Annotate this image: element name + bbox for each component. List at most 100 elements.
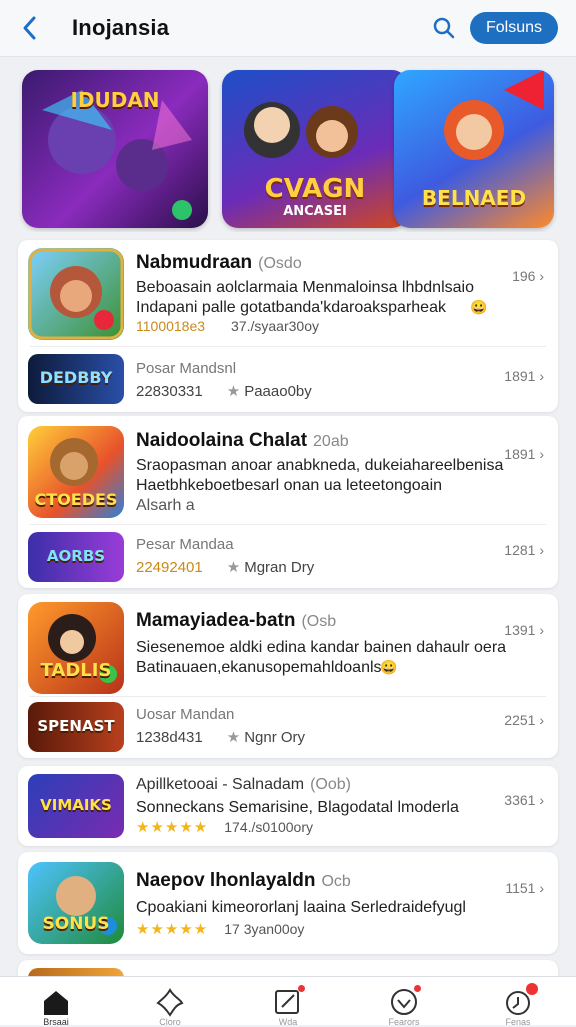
star-icon: ★ bbox=[226, 559, 241, 576]
sub-app-meta: Paaao0by bbox=[244, 383, 312, 400]
notification-badge bbox=[526, 983, 538, 995]
search-icon[interactable] bbox=[432, 16, 456, 40]
tab-label: Wda bbox=[278, 1017, 298, 1027]
tab-discover[interactable]: Cloro bbox=[152, 987, 188, 1027]
featured-carousel[interactable]: IDUDAN CVAGN ANCASEI BELNAED bbox=[0, 66, 576, 232]
app-icon[interactable]: AORBS bbox=[28, 532, 124, 582]
app-downloads: 1100018e3 bbox=[136, 318, 206, 334]
chevron-right-icon[interactable]: › bbox=[539, 268, 544, 284]
chevron-right-icon[interactable]: › bbox=[539, 792, 544, 808]
sub-app-count: 1891 bbox=[504, 368, 536, 384]
star-icon: ★ bbox=[226, 729, 241, 746]
app-icon[interactable]: SONUS bbox=[28, 862, 124, 944]
page-title: Inojansia bbox=[72, 15, 170, 40]
sub-app-count: 1281 bbox=[504, 542, 536, 558]
app-description-line: Haetbhkeboetbesarl onan ua leteetongoain bbox=[136, 477, 443, 494]
chevron-right-icon[interactable]: › bbox=[539, 542, 544, 558]
app-description-line: Siesenemoe aldki edina kandar bainen dah… bbox=[136, 639, 507, 656]
app-icon-label: AORBS bbox=[46, 547, 106, 565]
featured-title: CVAGN bbox=[264, 174, 366, 204]
app-icon[interactable]: TADLIS bbox=[28, 602, 124, 694]
app-name: Apillketooai - Salnadam bbox=[136, 776, 305, 793]
chevron-right-icon[interactable]: › bbox=[539, 446, 544, 462]
rating-stars: ★★★★★ bbox=[136, 819, 209, 836]
app-icon[interactable]: VIMAIKS bbox=[28, 774, 124, 838]
app-tag: (Osb bbox=[301, 613, 337, 630]
app-name: Nabmudraan bbox=[136, 252, 253, 273]
app-icon[interactable]: CTOEDES bbox=[28, 426, 124, 518]
tab-label: Cloro bbox=[159, 1017, 181, 1027]
smile-emoji-icon: 😀 bbox=[470, 299, 488, 315]
tab-edit[interactable]: Wda bbox=[270, 985, 306, 1027]
app-card[interactable]: VIMAIKS Apillketooai - Salnadam (Oob) Son… bbox=[18, 766, 558, 846]
top-app-bar: Inojansia Folsuns bbox=[0, 0, 576, 57]
featured-title: IDUDAN bbox=[70, 88, 160, 112]
chevron-right-icon[interactable]: › bbox=[539, 880, 544, 896]
chevron-right-icon[interactable]: › bbox=[539, 622, 544, 638]
chevron-right-icon[interactable]: › bbox=[539, 368, 544, 384]
app-card[interactable]: SONUS Naepov lhonlayaldn Ocb Cpoakiani ki… bbox=[18, 852, 558, 954]
app-description-line: Cpoakiani kimeororlanj laaina Serledraid… bbox=[136, 899, 466, 916]
app-tag: (Osdo bbox=[258, 255, 302, 272]
app-group-card[interactable]: CTOEDES Naidoolaina Chalat 20ab Sraopasma… bbox=[18, 416, 558, 588]
sub-app-name: Uosar Mandan bbox=[136, 706, 235, 723]
featured-game-card[interactable]: BELNAED bbox=[394, 70, 554, 228]
featured-subtitle: ANCASEI bbox=[283, 204, 347, 219]
app-description-line: Indapani palle gotatbanda'kdaroaksparhea… bbox=[136, 299, 446, 316]
app-icon-label: VIMAIKS bbox=[40, 796, 112, 814]
sub-app-downloads: 22492401 bbox=[136, 559, 203, 576]
tab-home[interactable]: Brsaai bbox=[38, 987, 74, 1027]
star-icon: ★ bbox=[226, 383, 241, 400]
app-icon[interactable]: SPENAST bbox=[28, 702, 124, 752]
back-arrow-icon[interactable] bbox=[18, 14, 42, 42]
tab-favorites[interactable]: Fearors bbox=[386, 985, 422, 1027]
app-description-line: Batinauaen,ekanusopemahldoanls bbox=[136, 659, 382, 676]
app-meta: 37./syaar30oy bbox=[231, 318, 319, 334]
app-tag: Ocb bbox=[321, 873, 351, 890]
tab-label: Brsaai bbox=[43, 1017, 69, 1027]
app-description-line: Alsarh a bbox=[136, 497, 195, 514]
chevron-right-icon[interactable]: › bbox=[539, 712, 544, 728]
app-icon-label: TADLIS bbox=[40, 660, 112, 681]
sparkle-icon bbox=[156, 987, 184, 1017]
sub-app-name: Posar Mandsnl bbox=[136, 360, 237, 377]
home-icon bbox=[44, 991, 68, 1015]
app-tag: 20ab bbox=[313, 433, 349, 450]
sub-app-meta: Ngnr Ory bbox=[244, 729, 306, 746]
app-group-card[interactable]: TADLIS Mamayiadea-batn (Osb Siesenemoe al… bbox=[18, 594, 558, 758]
app-icon-label: CTOEDES bbox=[34, 490, 118, 509]
app-description-line: Sraopasman anoar anabkneda, dukeiahareel… bbox=[136, 457, 504, 474]
sub-app-meta: Mgran Dry bbox=[244, 559, 315, 576]
app-group-card[interactable]: Nabmudraan (Osdo Beboasain aolclarmaia Me… bbox=[18, 240, 558, 412]
app-icon-label: SPENAST bbox=[37, 717, 115, 735]
app-count: 3361 bbox=[504, 792, 536, 808]
app-icon-label: SONUS bbox=[42, 914, 110, 934]
app-meta: 174./s0100ory bbox=[224, 819, 313, 835]
app-name: Naepov lhonlayaldn bbox=[136, 870, 316, 891]
featured-game-card[interactable]: CVAGN ANCASEI bbox=[222, 70, 408, 228]
sub-app-downloads: 22830331 bbox=[136, 383, 203, 400]
divider bbox=[30, 346, 546, 347]
divider bbox=[30, 524, 546, 525]
app-tag: (Oob) bbox=[310, 776, 351, 793]
app-description-line: Sonneckans Semarisine, Blagodatal lmoder… bbox=[136, 799, 459, 816]
divider bbox=[30, 696, 546, 697]
app-count: 1391 bbox=[504, 622, 536, 638]
app-name: Mamayiadea-batn bbox=[136, 610, 296, 631]
app-name: Naidoolaina Chalat bbox=[136, 430, 308, 451]
bottom-tab-bar: Brsaai Cloro Wda Fearors Fenas bbox=[0, 976, 576, 1027]
app-count: 1151 bbox=[505, 880, 536, 896]
tab-profile[interactable]: Fenas bbox=[500, 983, 538, 1027]
app-icon-label: DEDBBY bbox=[39, 368, 113, 387]
app-description-line: Beboasain aolclarmaia Menmaloinsa lhbdnl… bbox=[136, 279, 474, 296]
featured-title: BELNAED bbox=[421, 186, 527, 210]
notification-dot bbox=[414, 985, 421, 992]
follow-button[interactable]: Folsuns bbox=[470, 12, 558, 44]
app-icon-art bbox=[28, 248, 124, 340]
featured-game-card[interactable]: IDUDAN bbox=[22, 70, 208, 228]
app-meta: 17 3yan00oy bbox=[224, 921, 305, 937]
smile-emoji-icon: 😀 bbox=[380, 659, 398, 675]
app-icon[interactable]: DEDBBY bbox=[28, 354, 124, 404]
app-icon[interactable] bbox=[28, 248, 124, 340]
sub-app-downloads: 1238d431 bbox=[136, 729, 203, 746]
